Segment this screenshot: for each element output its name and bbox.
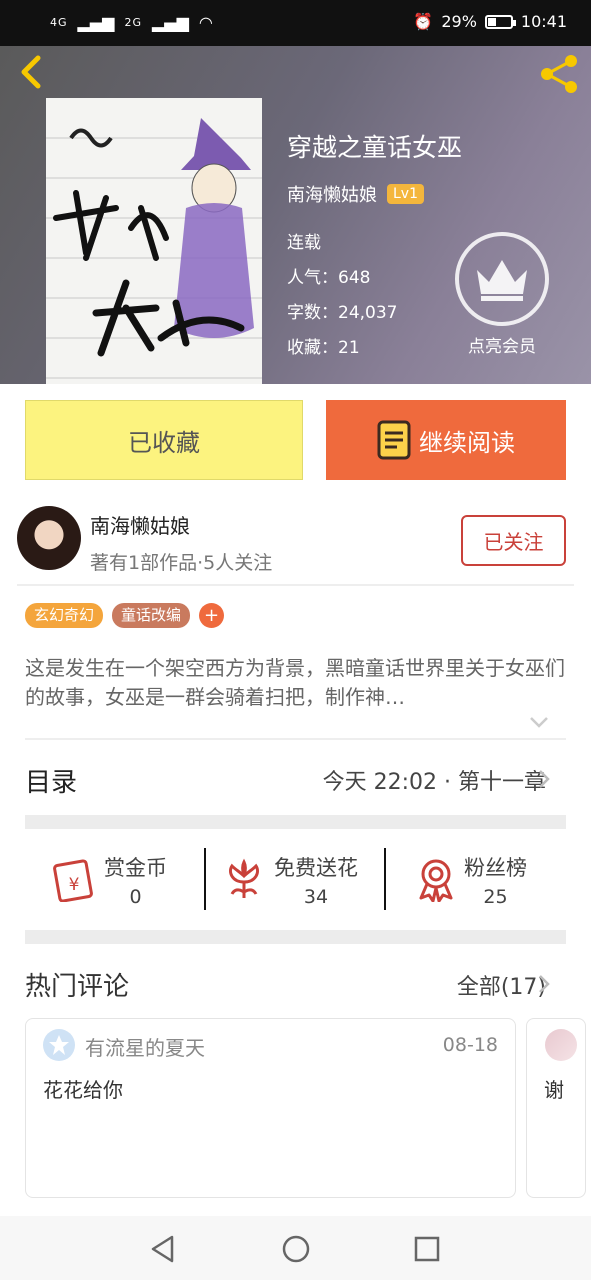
tag-list: 玄幻奇幻 童话改编 + <box>25 603 225 628</box>
battery-icon <box>484 14 516 29</box>
chevron-down-icon[interactable] <box>528 714 550 730</box>
battery-percent: 29% <box>441 12 477 31</box>
divider <box>204 848 206 910</box>
tag-fairytale[interactable]: 童话改编 <box>112 603 191 628</box>
continue-reading-label: 继续阅读 <box>419 428 515 457</box>
divider <box>25 738 566 740</box>
system-nav-bar <box>0 1216 591 1280</box>
book-cover[interactable] <box>46 98 262 384</box>
author-stats: 著有1部作品·5人关注 <box>90 552 273 574</box>
book-info: 连载 人气：648 字数：24,037 收藏：21 <box>287 226 397 366</box>
medal-icon <box>419 859 453 902</box>
status-bar: 4G ▂▄▆ 2G ▂▄▆ ◠ ⏰ 29% 10:41 <box>0 0 591 46</box>
user-avatar <box>545 1029 577 1061</box>
comment-card[interactable]: 有流星的夏天 08-18 花花给你 <box>25 1018 516 1198</box>
reward-label: 粉丝榜 <box>464 856 527 880</box>
reward-value: 0 <box>129 886 142 908</box>
chevron-right-icon[interactable] <box>537 768 551 790</box>
book-author-name[interactable]: 南海懒姑娘 <box>287 181 377 207</box>
crown-icon <box>455 232 549 326</box>
book-icon <box>377 420 411 460</box>
add-tag-icon[interactable]: + <box>199 603 225 628</box>
book-popularity: 人气：648 <box>287 268 371 288</box>
divider <box>17 584 574 586</box>
vip-label: 点亮会员 <box>468 337 536 357</box>
reward-flowers[interactable]: 免费送花 34 <box>222 848 358 912</box>
svg-text:¥: ¥ <box>69 875 80 895</box>
nav-back-icon[interactable] <box>148 1234 178 1264</box>
toc-latest-update[interactable]: 今天 22:02 · 第十一章 <box>323 764 546 796</box>
comments-title: 热门评论 <box>25 972 130 1002</box>
continue-reading-button[interactable]: 继续阅读 <box>326 400 566 480</box>
book-header: 穿越之童话女巫 南海懒姑娘 Lv1 连载 人气：648 字数：24,037 收藏… <box>0 46 591 384</box>
signal-2g-icon: 2G <box>124 16 142 29</box>
comment-text: 谢 <box>544 1078 564 1102</box>
signal-bars-icon: ▂▄▆ <box>77 13 115 32</box>
comment-card[interactable]: 谢 <box>526 1018 586 1198</box>
signal-4g-icon: 4G <box>50 16 68 29</box>
author-name[interactable]: 南海懒姑娘 <box>90 510 190 539</box>
chevron-right-icon[interactable] <box>537 973 551 995</box>
book-word-count: 字数：24,037 <box>287 303 398 323</box>
signal-bars-2-icon: ▂▄▆ <box>151 13 189 32</box>
comment-date: 08-18 <box>442 1034 498 1056</box>
section-divider <box>25 930 566 944</box>
collected-button[interactable]: 已收藏 <box>25 400 303 480</box>
reward-coins[interactable]: ¥ 赏金币 0 <box>52 848 167 912</box>
alarm-icon: ⏰ <box>413 12 434 31</box>
nav-recents-icon[interactable] <box>412 1234 442 1264</box>
level-badge: Lv1 <box>387 184 424 204</box>
author-avatar[interactable] <box>17 506 81 570</box>
clock: 10:41 <box>520 12 567 31</box>
reward-label: 免费送花 <box>274 856 358 880</box>
share-icon[interactable] <box>537 52 581 96</box>
divider <box>384 848 386 910</box>
book-author-row[interactable]: 南海懒姑娘 Lv1 <box>287 181 424 207</box>
synopsis[interactable]: 这是发生在一个架空西方为背景，黑暗童话世界里关于女巫们的故事，女巫是一群会骑着扫… <box>25 654 565 712</box>
toc-label[interactable]: 目录 <box>25 762 77 799</box>
book-title: 穿越之童话女巫 <box>287 133 463 162</box>
user-avatar-icon <box>43 1029 75 1061</box>
cover-illustration <box>46 118 262 379</box>
reward-label: 赏金币 <box>104 856 167 880</box>
red-envelope-icon: ¥ <box>53 859 93 902</box>
tag-fantasy[interactable]: 玄幻奇幻 <box>25 603 104 628</box>
reward-value: 34 <box>303 886 329 908</box>
book-favorites: 收藏：21 <box>287 338 360 358</box>
wifi-icon: ◠ <box>198 13 213 32</box>
back-arrow-icon[interactable] <box>12 52 52 92</box>
book-status: 连载 <box>287 233 321 253</box>
comment-username[interactable]: 有流星的夏天 <box>85 1032 205 1061</box>
section-divider <box>25 815 566 829</box>
vip-button[interactable]: 点亮会员 <box>454 232 550 357</box>
follow-button[interactable]: 已关注 <box>461 515 566 566</box>
reward-fans[interactable]: 粉丝榜 25 <box>416 848 527 912</box>
nav-home-icon[interactable] <box>281 1234 311 1264</box>
comment-text: 花花给你 <box>43 1078 123 1102</box>
comments-all-link[interactable]: 全部(17) <box>457 969 546 1001</box>
flower-icon <box>229 858 259 898</box>
reward-value: 25 <box>483 886 508 908</box>
